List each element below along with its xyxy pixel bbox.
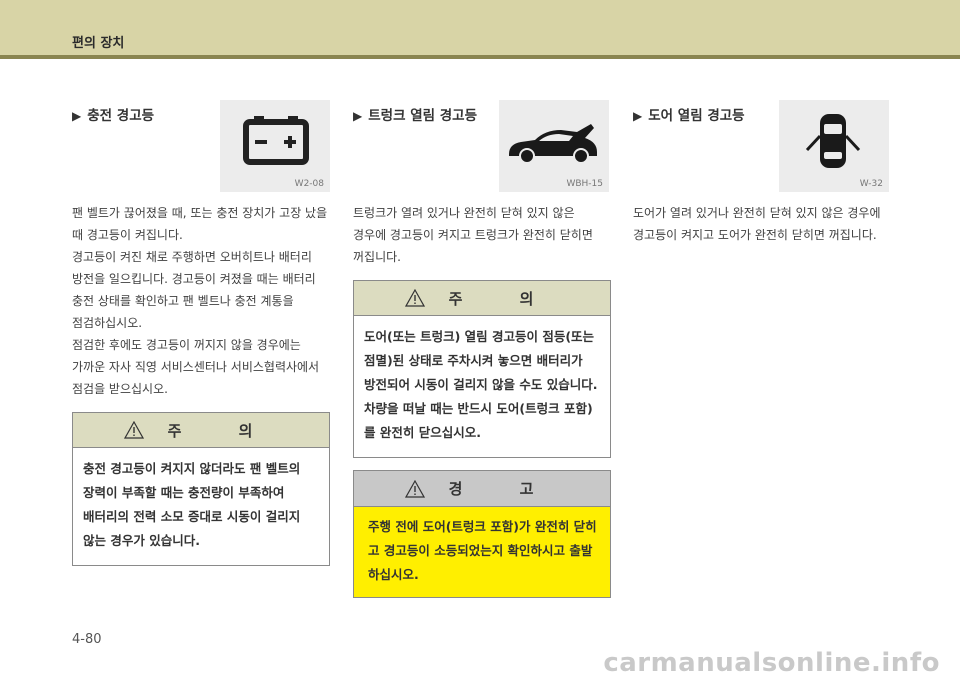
warning-light-image: W-32: [779, 100, 889, 192]
watermark: carmanualsonline.info: [603, 648, 940, 678]
battery-icon: [243, 116, 309, 165]
warning-light-image: WBH-15: [499, 100, 609, 192]
icon-caption: W-32: [859, 179, 883, 189]
paragraph: 경고등이 켜진 채로 주행하면 오버히트나 배터리 방전을 일으킵니다. 경고등…: [72, 250, 316, 330]
section-trunk-open-warning: ▶ 트렁크 열림 경고등 WBH-15 트렁크가 열려 있거나 완전히 닫혀 있지…: [353, 100, 611, 598]
section-title: ▶ 충전 경고등: [72, 104, 154, 124]
section-title: ▶ 트렁크 열림 경고등: [353, 104, 477, 124]
trunk-open-car-icon: [509, 124, 597, 164]
bullet-triangle-icon: ▶: [633, 109, 643, 123]
section-charging-warning: ▶ 충전 경고등 W2-08 팬 벨트가 끊어졌을 때, 또는 충전 장치가 고장…: [72, 100, 330, 566]
warning-header: 경 고: [354, 471, 610, 507]
caution-title: 주 의: [448, 289, 560, 308]
section-title-text: 충전 경고등: [87, 108, 155, 124]
section-title-text: 도어 열림 경고등: [648, 108, 745, 124]
paragraph: 트렁크가 열려 있거나 완전히 닫혀 있지 않은 경우에 경고등이 켜지고 트렁…: [353, 206, 593, 264]
section-title: ▶ 도어 열림 경고등: [633, 104, 745, 124]
caution-box: 주 의 충전 경고등이 켜지지 않더라도 팬 벨트의 장력이 부족할 때는 충전…: [72, 412, 330, 566]
warning-triangle-icon: [404, 289, 425, 307]
page-number: 4-80: [72, 632, 102, 647]
section-header: ▶ 충전 경고등 W2-08: [72, 100, 330, 192]
section-header: ▶ 도어 열림 경고등 W-32: [633, 100, 891, 192]
paragraph: 도어가 열려 있거나 완전히 닫혀 있지 않은 경우에 경고등이 켜지고 도어가…: [633, 206, 881, 242]
caution-header: 주 의: [73, 413, 329, 448]
section-body: 도어가 열려 있거나 완전히 닫혀 있지 않은 경우에 경고등이 켜지고 도어가…: [633, 202, 891, 246]
section-door-open-warning: ▶ 도어 열림 경고등 W-32 도어가 열려 있거나 완전히 닫혀 있지 않은 …: [633, 100, 891, 246]
caution-title: 주 의: [167, 421, 279, 440]
caution-text: 도어(또는 트렁크) 열림 경고등이 점등(또는 점멸)된 상태로 주차시켜 놓…: [364, 329, 598, 440]
caution-box: 주 의 도어(또는 트렁크) 열림 경고등이 점등(또는 점멸)된 상태로 주차…: [353, 280, 611, 458]
warning-text: 주행 전에 도어(트렁크 포함)가 완전히 닫히고 경고등이 소등되었는지 확인…: [368, 519, 597, 582]
section-body: 팬 벨트가 끊어졌을 때, 또는 충전 장치가 고장 났을 때 경고등이 켜집니…: [72, 202, 330, 400]
caution-text: 충전 경고등이 켜지지 않더라도 팬 벨트의 장력이 부족할 때는 충전량이 부…: [83, 461, 301, 548]
bullet-triangle-icon: ▶: [72, 109, 82, 123]
icon-caption: WBH-15: [566, 179, 603, 189]
page-header-title: 편의 장치: [72, 36, 125, 51]
header-divider: [0, 55, 960, 59]
icon-caption: W2-08: [294, 179, 324, 189]
paragraph: 점검한 후에도 경고등이 꺼지지 않을 경우에는 가까운 자사 직영 서비스센터…: [72, 338, 320, 396]
section-header: ▶ 트렁크 열림 경고등 WBH-15: [353, 100, 611, 192]
section-title-text: 트렁크 열림 경고등: [368, 108, 477, 124]
bullet-triangle-icon: ▶: [353, 109, 363, 123]
section-body: 트렁크가 열려 있거나 완전히 닫혀 있지 않은 경우에 경고등이 켜지고 트렁…: [353, 202, 611, 268]
warning-light-image: W2-08: [220, 100, 330, 192]
paragraph: 팬 벨트가 끊어졌을 때, 또는 충전 장치가 고장 났을 때 경고등이 켜집니…: [72, 206, 328, 242]
warning-title: 경 고: [448, 480, 560, 498]
door-open-car-icon: [805, 114, 861, 168]
warning-triangle-icon: [123, 421, 144, 439]
header-band: [0, 0, 960, 55]
warning-triangle-icon: [404, 479, 425, 498]
caution-header: 주 의: [354, 281, 610, 316]
warning-box: 경 고 주행 전에 도어(트렁크 포함)가 완전히 닫히고 경고등이 소등되었는…: [353, 470, 611, 598]
